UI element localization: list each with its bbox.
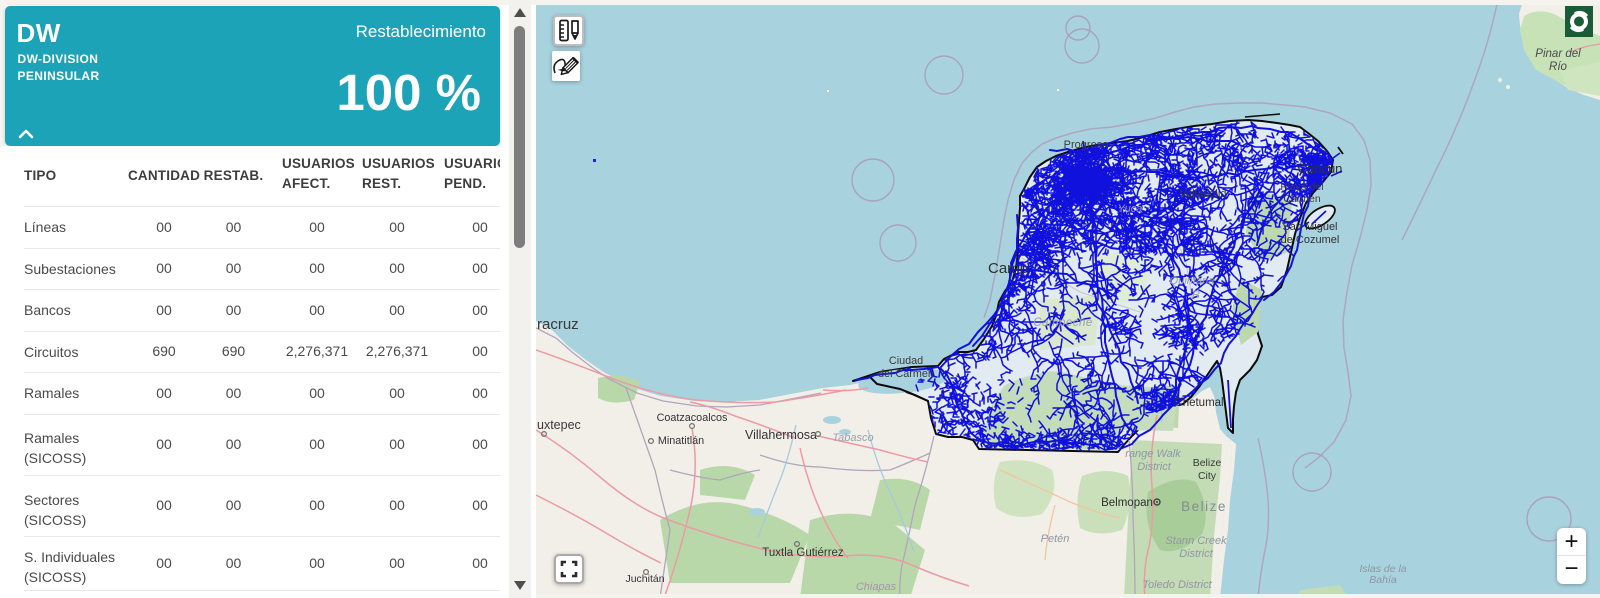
svg-text:Villahermosa: Villahermosa	[745, 428, 817, 442]
svg-text:Belmopan: Belmopan	[1101, 497, 1153, 509]
svg-text:Minatitlán: Minatitlán	[658, 435, 704, 447]
svg-text:Playa del: Playa del	[1280, 181, 1323, 193]
svg-text:Ciudad: Ciudad	[889, 355, 923, 367]
svg-text:de Cozumel: de Cozumel	[1281, 234, 1340, 246]
svg-text:Stann Creek: Stann Creek	[1165, 535, 1227, 547]
svg-text:District: District	[1179, 548, 1214, 560]
svg-text:R: R	[1192, 289, 1200, 301]
svg-text:Chiapas: Chiapas	[856, 581, 897, 593]
svg-text:Quintana: Quintana	[1170, 275, 1215, 287]
svg-text:del Carmen: del Carmen	[878, 368, 934, 380]
svg-text:Bahía: Bahía	[1369, 574, 1397, 586]
svg-text:Belize: Belize	[1193, 457, 1222, 469]
svg-text:Chetumal: Chetumal	[1174, 397, 1223, 409]
svg-text:Cancún: Cancún	[1298, 161, 1343, 176]
svg-text:City: City	[1198, 470, 1217, 482]
svg-text:Valladolid: Valladolid	[1180, 188, 1227, 200]
svg-text:Petén: Petén	[1041, 533, 1070, 545]
svg-text:uxtepec: uxtepec	[537, 418, 581, 432]
svg-text:Pinar del: Pinar del	[1535, 48, 1581, 60]
svg-text:range Walk: range Walk	[1125, 448, 1181, 460]
svg-text:Progreso: Progreso	[1064, 139, 1109, 151]
svg-text:District: District	[1137, 461, 1172, 473]
svg-text:Río: Río	[1549, 61, 1568, 73]
svg-text:Carmen: Carmen	[1283, 193, 1321, 205]
svg-text:Tuxtla Gutiérrez: Tuxtla Gutiérrez	[762, 547, 844, 559]
svg-text:Yuca: Yuca	[1118, 203, 1143, 215]
svg-text:Camp: Camp	[988, 260, 1028, 277]
svg-text:Toledo District: Toledo District	[1142, 579, 1212, 591]
svg-text:Belize: Belize	[1181, 499, 1227, 514]
svg-text:racruz: racruz	[537, 316, 579, 333]
svg-text:San Miguel: San Miguel	[1282, 221, 1337, 233]
svg-text:Coatzacoalcos: Coatzacoalcos	[657, 412, 728, 424]
svg-text:Tabasco: Tabasco	[832, 432, 873, 444]
svg-text:Campeche: Campeche	[1033, 317, 1093, 329]
